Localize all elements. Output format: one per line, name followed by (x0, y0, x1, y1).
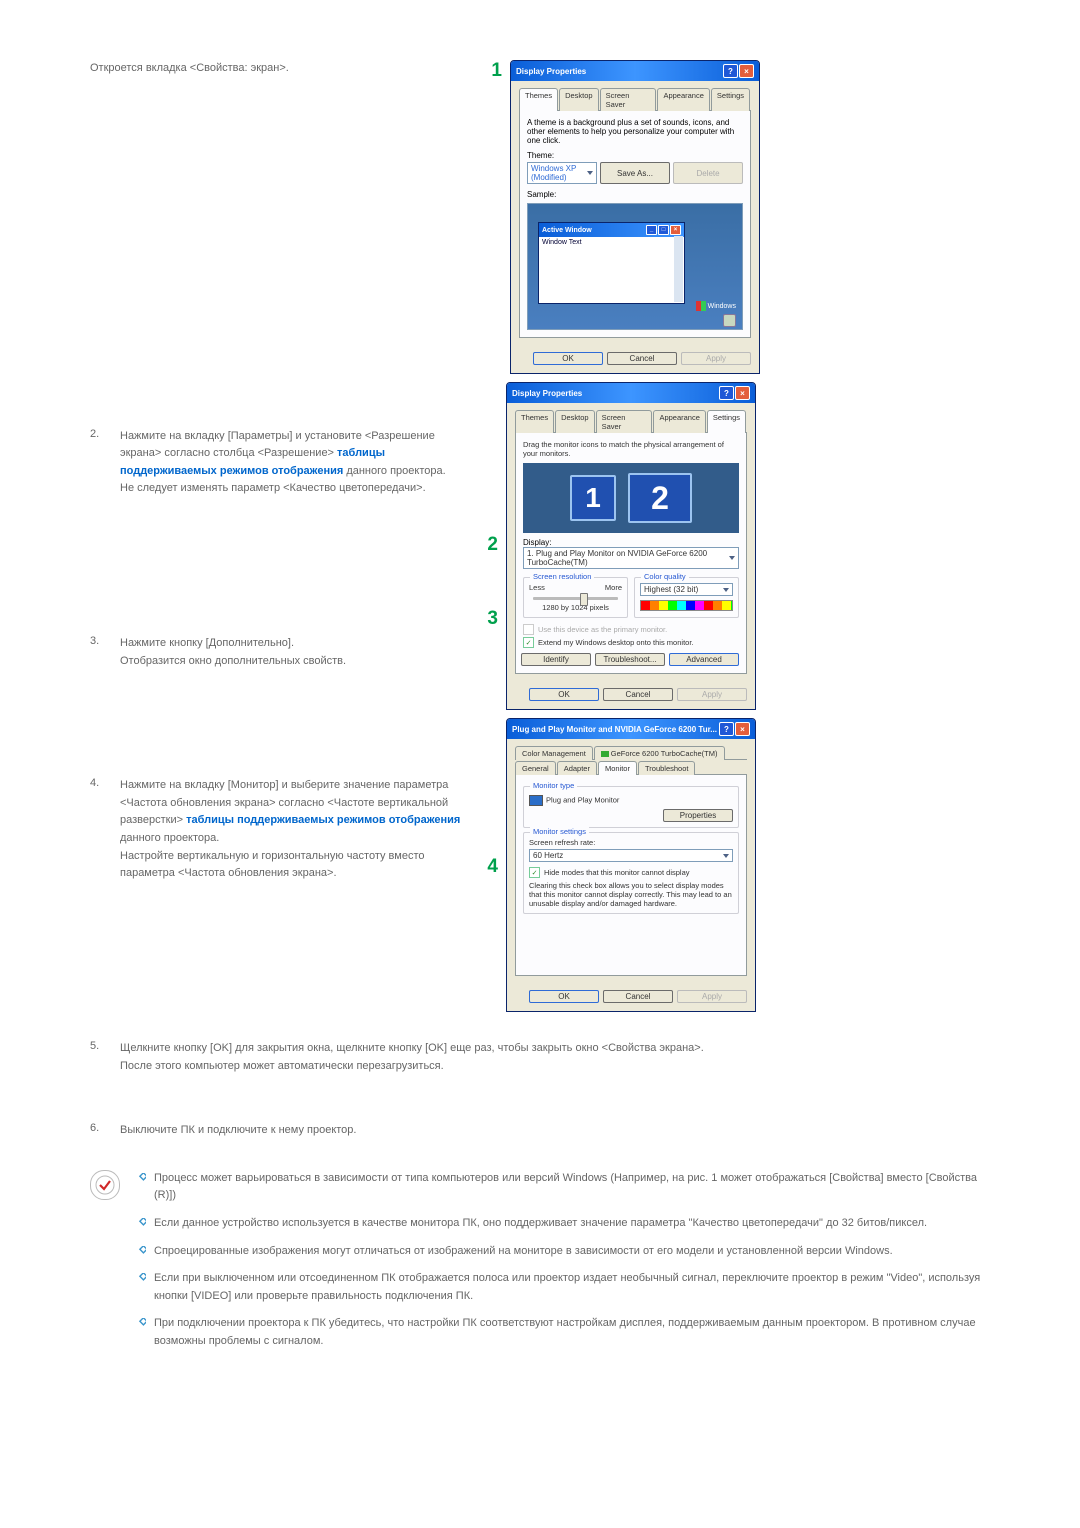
tab-screensaver[interactable]: Screen Saver (600, 88, 657, 111)
monitor-icon (529, 795, 543, 806)
help-icon[interactable]: ? (723, 64, 738, 78)
cancel-button[interactable]: Cancel (603, 990, 673, 1003)
intro-text: Откроется вкладка <Свойства: экран>. (90, 60, 470, 78)
apply-button: Apply (677, 688, 747, 701)
note-item: При подключении проектора к ПК убедитесь… (138, 1315, 990, 1350)
monitor-properties: Plug and Play Monitor and NVIDIA GeForce… (506, 718, 756, 1012)
tab-appearance[interactable]: Appearance (657, 88, 709, 111)
monitor-1[interactable]: 1 (570, 475, 616, 521)
tab-desktop[interactable]: Desktop (559, 88, 599, 111)
bullet-icon (138, 1315, 146, 1350)
step-5: 5. Щелкните кнопку [OK] для закрытия окн… (90, 1040, 990, 1075)
note-item: Процесс может варьироваться в зависимост… (138, 1170, 990, 1205)
color-bar (640, 600, 733, 611)
theme-select[interactable]: Windows XP (Modified) (527, 162, 597, 184)
tab-monitor[interactable]: Monitor (598, 761, 637, 775)
step-2: 2. Нажмите на вкладку [Параметры] и уста… (90, 428, 470, 498)
close-icon: × (670, 225, 681, 235)
extend-checkbox[interactable]: ✓ (523, 637, 534, 648)
tab-settings[interactable]: Settings (707, 410, 746, 433)
apply-button: Apply (677, 990, 747, 1003)
windows-logo: Windows (696, 301, 736, 311)
tabs: Themes Desktop Screen Saver Appearance S… (515, 409, 747, 433)
cancel-button[interactable]: Cancel (607, 352, 677, 365)
link-2[interactable]: таблицы поддерживаемых режимов отображен… (186, 814, 460, 826)
help-icon[interactable]: ? (719, 722, 734, 736)
ok-button[interactable]: OK (529, 688, 599, 701)
identify-button[interactable]: Identify (521, 653, 591, 666)
notes-section: Процесс может варьироваться в зависимост… (90, 1170, 990, 1361)
callout-1: 1 (480, 60, 506, 382)
theme-sample: Active Window _□× Window Text Windows (527, 203, 743, 330)
display-select[interactable]: 1. Plug and Play Monitor on NVIDIA GeFor… (523, 547, 739, 569)
delete-button: Delete (673, 162, 743, 184)
monitor-2[interactable]: 2 (628, 473, 692, 523)
bullet-icon (138, 1170, 146, 1205)
close-icon[interactable]: × (739, 64, 754, 78)
advanced-button[interactable]: Advanced (669, 653, 739, 666)
apply-button: Apply (681, 352, 751, 365)
callout-3: 3 (480, 608, 502, 630)
color-quality-select[interactable]: Highest (32 bit) (640, 583, 733, 596)
tab-settings[interactable]: Settings (711, 88, 750, 111)
ok-button[interactable]: OK (533, 352, 603, 365)
hide-modes-checkbox[interactable]: ✓ (529, 867, 540, 878)
bullet-icon (138, 1270, 146, 1305)
ok-button[interactable]: OK (529, 990, 599, 1003)
properties-button[interactable]: Properties (663, 809, 733, 822)
step-6: 6. Выключите ПК и подключите к нему прое… (90, 1122, 990, 1140)
refresh-rate-select[interactable]: 60 Hertz (529, 849, 733, 862)
callout-4: 4 (480, 856, 502, 878)
step-4: 4. Нажмите на вкладку [Монитор] и выбери… (90, 777, 470, 883)
instructions-column: Откроется вкладка <Свойства: экран>. 2. … (90, 60, 470, 1020)
monitor-arrangement[interactable]: 1 2 (523, 463, 739, 533)
nvidia-icon (601, 751, 609, 757)
save-as-button[interactable]: Save As... (600, 162, 670, 184)
bullet-icon (138, 1215, 146, 1233)
note-item: Если данное устройство используется в ка… (138, 1215, 990, 1233)
primary-checkbox (523, 624, 534, 635)
tabs: Themes Desktop Screen Saver Appearance S… (519, 87, 751, 111)
recycle-bin-icon (723, 314, 736, 327)
bullet-icon (138, 1243, 146, 1261)
close-icon[interactable]: × (735, 722, 750, 736)
note-icon (90, 1170, 120, 1200)
note-item: Спроецированные изображения могут отлича… (138, 1243, 990, 1261)
note-item: Если при выключенном или отсоединенном П… (138, 1270, 990, 1305)
callout-2: 2 (480, 534, 502, 556)
help-icon[interactable]: ? (719, 386, 734, 400)
close-icon[interactable]: × (735, 386, 750, 400)
resolution-slider[interactable] (533, 597, 618, 600)
display-properties-themes: Display Properties ?× Themes Desktop Scr… (510, 60, 760, 374)
minimize-icon: _ (646, 225, 657, 235)
display-properties-settings: Display Properties ?× Themes Desktop Scr… (506, 382, 756, 710)
step-3: 3. Нажмите кнопку [Дополнительно]. Отобр… (90, 635, 470, 670)
maximize-icon: □ (658, 225, 669, 235)
tab-themes[interactable]: Themes (519, 88, 558, 111)
cancel-button[interactable]: Cancel (603, 688, 673, 701)
troubleshoot-button[interactable]: Troubleshoot... (595, 653, 665, 666)
screenshot-column: 1 Display Properties ?× Themes Desktop S… (480, 60, 990, 1020)
